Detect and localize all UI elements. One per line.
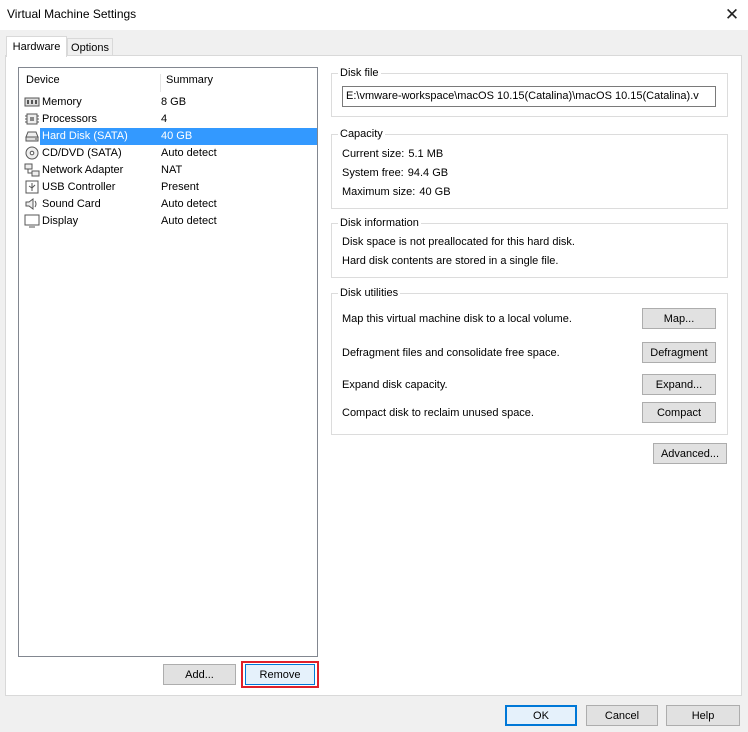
maximum-size-value: 40 GB <box>419 186 451 198</box>
defragment-description: Defragment files and consolidate free sp… <box>342 347 560 359</box>
maximum-size-label: Maximum size: <box>342 186 416 198</box>
disk-file-group: Disk file E:\vmware-workspace\macOS 10.1… <box>331 67 728 117</box>
device-summary: Present <box>161 181 199 193</box>
memory-icon <box>24 97 40 107</box>
current-size-label: Current size: <box>342 148 405 160</box>
cd-dvd-icon <box>25 146 39 160</box>
display-icon <box>24 214 40 228</box>
help-button[interactable]: Help <box>666 705 740 726</box>
device-row-processors[interactable]: Processors 4 <box>22 111 316 128</box>
device-row-cd-dvd[interactable]: CD/DVD (SATA) Auto detect <box>22 145 316 162</box>
system-free-value: 94.4 GB <box>407 167 449 179</box>
device-name: USB Controller <box>42 181 116 193</box>
defragment-button[interactable]: Defragment <box>642 342 716 363</box>
device-name: Display <box>42 215 79 227</box>
hard-disk-icon <box>25 131 39 142</box>
remove-button-highlight: Remove <box>241 661 319 688</box>
device-summary: NAT <box>161 164 183 176</box>
maximum-size: Maximum size: 40 GB <box>342 186 451 198</box>
window-title: Virtual Machine Settings <box>7 7 137 21</box>
device-row-sound-card[interactable]: Sound Card Auto detect <box>22 196 316 213</box>
disk-file-path-field[interactable]: E:\vmware-workspace\macOS 10.15(Catalina… <box>342 86 716 107</box>
device-summary: 40 GB <box>161 130 193 142</box>
usb-icon <box>25 180 39 194</box>
device-summary: Auto detect <box>161 215 217 227</box>
device-row-display[interactable]: Display Auto detect <box>22 213 316 230</box>
tab-options[interactable]: Options <box>67 38 113 56</box>
speaker-icon <box>25 198 37 210</box>
current-size: Current size: 5.1 MB <box>342 148 443 160</box>
cancel-button[interactable]: Cancel <box>586 705 658 726</box>
column-header-device[interactable]: Device <box>26 74 60 92</box>
processor-icon <box>25 113 39 125</box>
device-name: Memory <box>42 96 82 108</box>
ok-button[interactable]: OK <box>505 705 577 726</box>
capacity-group: Capacity Current size: 5.1 MB System free… <box>331 128 728 209</box>
add-device-button[interactable]: Add... <box>163 664 236 685</box>
column-header-summary[interactable]: Summary <box>160 74 320 92</box>
map-button[interactable]: Map... <box>642 308 716 329</box>
device-name: Hard Disk (SATA) <box>42 130 128 142</box>
device-summary: Auto detect <box>161 147 217 159</box>
device-row-hard-disk[interactable]: Hard Disk (SATA) 40 GB <box>22 128 317 145</box>
device-row-usb-controller[interactable]: USB Controller Present <box>22 179 316 196</box>
capacity-title: Capacity <box>338 128 385 140</box>
device-row-memory[interactable]: Memory 8 GB <box>22 94 316 111</box>
network-adapter-icon <box>24 163 40 177</box>
device-list[interactable]: Device Summary Memory 8 GB Processors 4 … <box>18 67 318 657</box>
disk-utilities-group: Disk utilities Map this virtual machine … <box>331 287 728 435</box>
disk-info-line: Disk space is not preallocated for this … <box>342 236 575 248</box>
advanced-button[interactable]: Advanced... <box>653 443 727 464</box>
remove-device-button[interactable]: Remove <box>245 664 315 685</box>
disk-information-group: Disk information Disk space is not preal… <box>331 217 728 278</box>
list-header: Device Summary <box>19 74 317 92</box>
device-name: Sound Card <box>42 198 101 210</box>
compact-button[interactable]: Compact <box>642 402 716 423</box>
expand-description: Expand disk capacity. <box>342 379 448 391</box>
tab-hardware[interactable]: Hardware <box>6 36 67 57</box>
system-free: System free: 94.4 GB <box>342 167 448 179</box>
device-name: Processors <box>42 113 98 125</box>
close-button[interactable]: ✕ <box>716 0 748 30</box>
device-name: CD/DVD (SATA) <box>42 147 122 159</box>
disk-info-line: Hard disk contents are stored in a singl… <box>342 255 559 267</box>
device-summary: 4 <box>161 113 168 125</box>
device-summary: 8 GB <box>161 96 187 108</box>
current-size-value: 5.1 MB <box>408 148 444 160</box>
device-name: Network Adapter <box>42 164 124 176</box>
disk-information-title: Disk information <box>338 217 421 229</box>
system-free-label: System free: <box>342 167 404 179</box>
device-row-network-adapter[interactable]: Network Adapter NAT <box>22 162 316 179</box>
device-summary: Auto detect <box>161 198 217 210</box>
close-icon: ✕ <box>724 5 740 24</box>
disk-file-title: Disk file <box>338 67 381 79</box>
title-bar: Virtual Machine Settings ✕ <box>0 0 748 30</box>
map-description: Map this virtual machine disk to a local… <box>342 313 572 325</box>
expand-button[interactable]: Expand... <box>642 374 716 395</box>
compact-description: Compact disk to reclaim unused space. <box>342 407 534 419</box>
disk-utilities-title: Disk utilities <box>338 287 401 299</box>
